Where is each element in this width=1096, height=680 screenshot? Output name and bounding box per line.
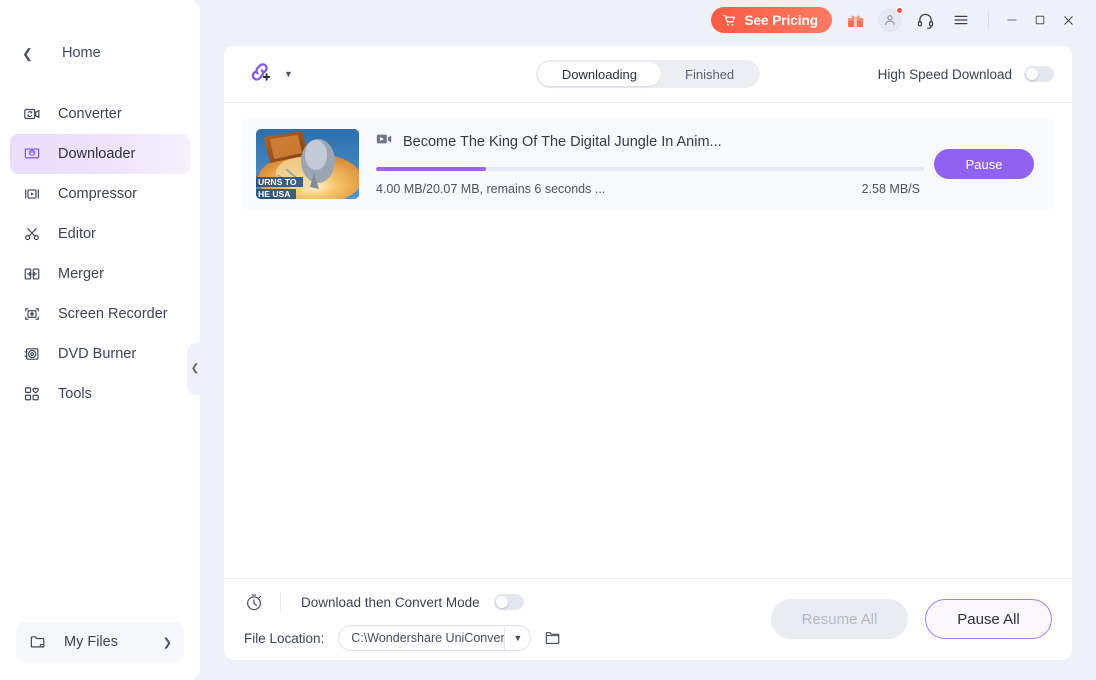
download-progress-text: 4.00 MB/20.07 MB, remains 6 seconds ... [376, 182, 606, 196]
convert-mode-label: Download then Convert Mode [301, 594, 480, 610]
downloader-icon [22, 144, 42, 164]
download-item: URNS TO HE USA Become The King Of The Di… [242, 118, 1054, 210]
sidebar-item-converter[interactable]: Converter [10, 94, 190, 134]
high-speed-download-control: High Speed Download [878, 66, 1054, 82]
sidebar-item-merger[interactable]: Merger [10, 254, 190, 294]
sidebar-item-screen-recorder[interactable]: Screen Recorder [10, 294, 190, 334]
sidebar-item-compressor[interactable]: Compressor [10, 174, 190, 214]
headset-icon[interactable] [912, 7, 938, 33]
tab-finished[interactable]: Finished [661, 62, 758, 86]
sidebar-item-label: Compressor [58, 186, 137, 202]
downloader-panel: ▼ Downloading Finished High Speed Downlo… [224, 46, 1072, 660]
my-files-folder-icon [28, 632, 48, 652]
chevron-down-icon: ▼ [284, 69, 293, 79]
video-file-icon [376, 132, 392, 151]
add-link-icon [246, 58, 274, 91]
bottom-bar-divider [280, 592, 281, 612]
toggle-knob [1026, 68, 1038, 80]
download-progress-fill [376, 167, 486, 171]
sidebar-item-label: DVD Burner [58, 346, 137, 362]
download-title: Become The King Of The Digital Jungle In… [403, 133, 722, 150]
sidebar-collapse-handle[interactable]: ❮ [187, 343, 203, 395]
home-label: Home [62, 45, 101, 61]
see-pricing-button[interactable]: See Pricing [711, 7, 832, 33]
sidebar-item-label: Converter [58, 106, 122, 122]
bulk-actions: Resume All Pause All [771, 599, 1052, 639]
tab-downloading[interactable]: Downloading [537, 62, 662, 86]
back-chevron-icon: ❮ [22, 45, 33, 61]
dvd-burner-icon [22, 344, 42, 364]
account-icon[interactable] [878, 7, 903, 32]
sidebar-item-label: Merger [58, 266, 104, 282]
tools-icon [22, 384, 42, 404]
file-location-path: C:\Wondershare UniConverter 1 [351, 631, 505, 645]
header-divider [988, 11, 989, 29]
file-location-select[interactable]: C:\Wondershare UniConverter 1 ▼ [338, 625, 532, 651]
sidebar-item-label: Editor [58, 226, 96, 242]
app-window: ❮ Home Converter Downloader Compressor E… [0, 0, 1096, 680]
download-progress-bar [376, 167, 924, 171]
converter-icon [22, 104, 42, 124]
gift-icon[interactable] [842, 7, 868, 33]
svg-text:HE USA: HE USA [258, 189, 290, 199]
minimize-button[interactable] [998, 7, 1026, 33]
pause-all-button[interactable]: Pause All [925, 599, 1052, 639]
panel-bottom-bar: Download then Convert Mode File Location… [224, 578, 1072, 660]
window-header: See Pricing [200, 0, 1096, 40]
download-speed: 2.58 MB/S [861, 182, 920, 196]
hamburger-menu-icon[interactable] [948, 7, 974, 33]
open-folder-icon[interactable] [544, 629, 562, 647]
screen-recorder-icon [22, 304, 42, 324]
sidebar-item-label: Tools [58, 386, 92, 402]
sidebar-item-label: Downloader [58, 146, 136, 162]
home-nav-button[interactable]: ❮ Home [0, 38, 200, 68]
chevron-down-icon[interactable]: ▼ [504, 626, 530, 650]
convert-mode-toggle[interactable] [493, 594, 524, 610]
svg-text:URNS TO: URNS TO [258, 177, 297, 187]
close-button[interactable] [1054, 7, 1082, 33]
add-link-button[interactable]: ▼ [246, 58, 293, 91]
download-meta: 4.00 MB/20.07 MB, remains 6 seconds ... … [376, 182, 924, 196]
download-title-row: Become The King Of The Digital Jungle In… [376, 132, 924, 151]
compressor-icon [22, 184, 42, 204]
my-files-label: My Files [64, 634, 118, 650]
toggle-knob [495, 596, 508, 608]
sidebar-nav-list: Converter Downloader Compressor Editor M… [0, 94, 200, 414]
sidebar-item-editor[interactable]: Editor [10, 214, 190, 254]
stopwatch-icon [244, 592, 266, 612]
my-files-button[interactable]: My Files ❯ [16, 622, 184, 662]
sidebar-item-label: Screen Recorder [58, 306, 168, 322]
tab-switcher: Downloading Finished [535, 60, 761, 88]
maximize-button[interactable] [1026, 7, 1054, 33]
sidebar: ❮ Home Converter Downloader Compressor E… [0, 0, 200, 680]
resume-all-button[interactable]: Resume All [771, 599, 908, 639]
file-location-label: File Location: [244, 630, 325, 646]
sidebar-item-dvd-burner[interactable]: DVD Burner [10, 334, 190, 374]
tab-label: Downloading [561, 66, 638, 82]
sidebar-item-downloader[interactable]: Downloader [10, 134, 190, 174]
cart-icon [722, 13, 737, 28]
notification-dot [896, 7, 903, 14]
chevron-left-icon: ❮ [190, 363, 200, 374]
high-speed-download-toggle[interactable] [1024, 66, 1054, 82]
panel-header: ▼ Downloading Finished High Speed Downlo… [224, 46, 1072, 103]
see-pricing-label: See Pricing [744, 12, 818, 28]
merger-icon [22, 264, 42, 284]
video-thumbnail: URNS TO HE USA [256, 129, 359, 199]
chevron-right-icon: ❯ [162, 636, 172, 649]
sidebar-item-tools[interactable]: Tools [10, 374, 190, 414]
pause-download-button[interactable]: Pause [934, 149, 1034, 179]
scissors-icon [22, 224, 42, 244]
download-list: URNS TO HE USA Become The King Of The Di… [224, 103, 1072, 578]
high-speed-download-label: High Speed Download [877, 66, 1012, 82]
download-item-body: Become The King Of The Digital Jungle In… [376, 132, 934, 196]
tab-label: Finished [685, 66, 735, 82]
